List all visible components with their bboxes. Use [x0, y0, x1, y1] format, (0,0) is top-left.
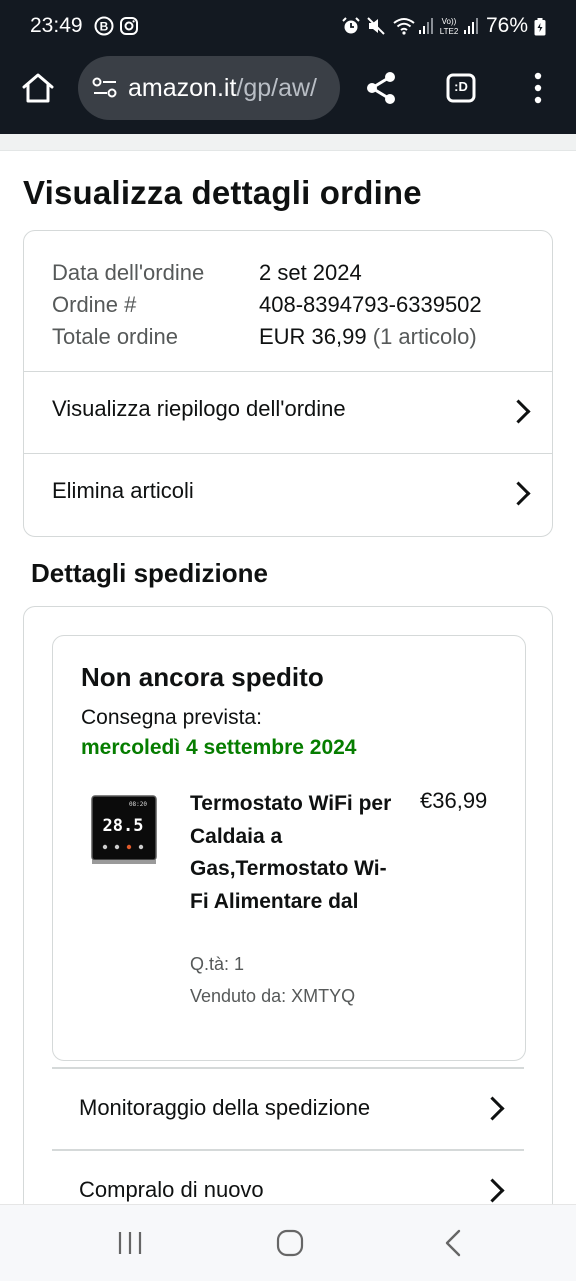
- more-menu-icon[interactable]: [533, 72, 543, 109]
- signal-icon: [418, 16, 434, 41]
- order-item-count: (1 articolo): [372, 324, 477, 349]
- back-icon[interactable]: [440, 1229, 468, 1262]
- site-settings-icon[interactable]: [92, 76, 118, 105]
- url-path: /gp/aw/: [236, 74, 317, 102]
- order-date-value: 2 set 2024: [259, 260, 362, 285]
- battery-percentage: 76%: [486, 14, 529, 37]
- product-seller: Venduto da: XMTYQ: [190, 986, 356, 1006]
- alarm-icon: [341, 16, 361, 41]
- shipment-details-box: Non ancora spedito Consegna prevista: me…: [52, 635, 526, 1061]
- order-number-label: Ordine #: [52, 292, 137, 317]
- delivery-estimate-label: Consegna prevista:: [81, 706, 262, 729]
- svg-text:LTE2: LTE2: [440, 27, 459, 36]
- signal-icon-2: [463, 16, 479, 41]
- product-quantity: Q.tà: 1: [190, 954, 245, 974]
- url-text: amazon.it/gp/aw/: [128, 74, 336, 103]
- shipment-status: Non ancora spedito: [81, 662, 324, 692]
- product-image[interactable]: 08:20 28.5: [91, 794, 159, 866]
- order-total-row: Totale ordine EUR 36,99 (1 articolo): [52, 321, 482, 353]
- delete-items-link[interactable]: Elimina articoli: [24, 453, 552, 534]
- order-total-amount: EUR 36,99: [259, 324, 367, 349]
- delete-items-label: Elimina articoli: [52, 478, 194, 503]
- chevron-right-icon: [480, 1096, 505, 1121]
- chevron-right-icon: [506, 481, 531, 506]
- order-date-row: Data dell'ordine 2 set 2024: [52, 257, 482, 289]
- order-summary-card: Data dell'ordine 2 set 2024 Ordine # 408…: [23, 230, 553, 537]
- order-number-row: Ordine # 408-8394793-6339502: [52, 289, 482, 321]
- thumb-temperature: 28.5: [103, 816, 144, 836]
- b-notification-icon: B: [94, 16, 114, 41]
- status-time: 23:49: [30, 14, 83, 37]
- home-icon[interactable]: [21, 72, 55, 109]
- order-total-value: EUR 36,99 (1 articolo): [259, 321, 477, 353]
- share-icon[interactable]: [364, 70, 398, 111]
- chevron-right-icon: [506, 399, 531, 424]
- home-button-icon[interactable]: [276, 1229, 304, 1262]
- tab-switcher-icon[interactable]: :D: [446, 73, 476, 108]
- page-top-separator: [0, 134, 576, 151]
- shipment-section-title: Dettagli spedizione: [31, 558, 268, 588]
- svg-text:B: B: [100, 20, 109, 34]
- shipment-card: Non ancora spedito Consegna prevista: me…: [23, 606, 553, 1227]
- order-info: Data dell'ordine 2 set 2024 Ordine # 408…: [52, 257, 482, 353]
- track-shipment-label: Monitoraggio della spedizione: [79, 1095, 371, 1120]
- tab-count: :D: [454, 79, 468, 94]
- browser-toolbar: amazon.it/gp/aw/ :D: [0, 56, 576, 134]
- delivery-estimate-date: mercoledì 4 settembre 2024: [81, 736, 357, 759]
- url-domain: amazon.it: [128, 74, 237, 102]
- thumb-clock: 08:20: [129, 801, 147, 808]
- order-total-label: Totale ordine: [52, 324, 178, 349]
- system-navigation-bar: [0, 1204, 576, 1281]
- order-number-value: 408-8394793-6339502: [259, 292, 482, 317]
- battery-icon: [534, 18, 546, 41]
- recent-apps-icon[interactable]: [116, 1229, 144, 1262]
- view-order-summary-label: Visualizza riepilogo dell'ordine: [52, 396, 346, 421]
- url-bar[interactable]: amazon.it/gp/aw/: [78, 56, 340, 120]
- volte-icon: Vo)) LTE2: [437, 15, 461, 42]
- chevron-right-icon: [480, 1178, 505, 1203]
- page-title: Visualizza dettagli ordine: [23, 174, 422, 211]
- wifi-icon: [392, 16, 416, 41]
- track-shipment-link[interactable]: Monitoraggio della spedizione: [52, 1067, 524, 1149]
- order-date-label: Data dell'ordine: [52, 260, 205, 285]
- svg-text:Vo)): Vo)): [442, 17, 457, 26]
- buy-again-label: Compralo di nuovo: [79, 1177, 264, 1202]
- product-price: €36,99: [420, 788, 488, 813]
- instagram-icon: [119, 16, 139, 41]
- view-order-summary-link[interactable]: Visualizza riepilogo dell'ordine: [24, 371, 552, 452]
- status-bar: 23:49 B Vo)) LTE2 76%: [0, 0, 576, 56]
- mute-icon: [366, 16, 386, 41]
- product-title[interactable]: Termostato WiFi per Caldaia a Gas,Termos…: [190, 788, 396, 918]
